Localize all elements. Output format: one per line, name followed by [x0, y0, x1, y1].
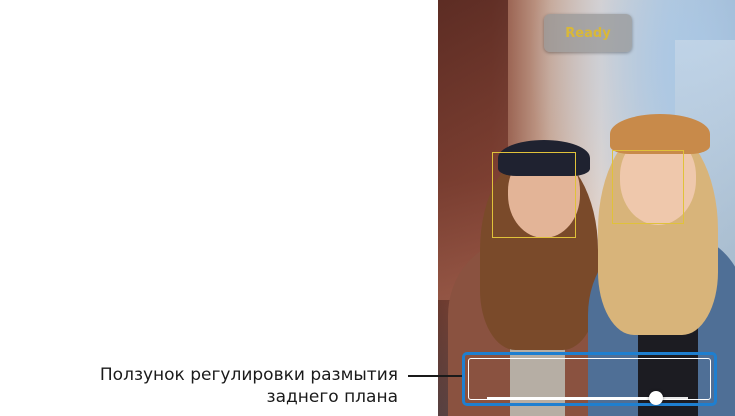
callout-label-line1: Ползунок регулировки размытия [99, 365, 398, 385]
blur-slider-panel [468, 358, 711, 405]
camera-preview: Ready [438, 0, 735, 416]
callout-label-line2: заднего плана [266, 387, 398, 407]
callout-label: Ползунок регулировки размытия заднего пл… [100, 364, 398, 408]
callout-line [408, 375, 462, 377]
face-detection-frame [612, 150, 684, 224]
face-detection-frame [492, 152, 576, 238]
subject-cap [610, 114, 710, 154]
blur-slider-fill [487, 397, 656, 399]
blur-slider-highlight [462, 352, 717, 406]
blur-slider[interactable] [487, 391, 688, 405]
blur-slider-thumb[interactable] [648, 391, 663, 405]
ready-indicator: Ready [544, 14, 632, 52]
